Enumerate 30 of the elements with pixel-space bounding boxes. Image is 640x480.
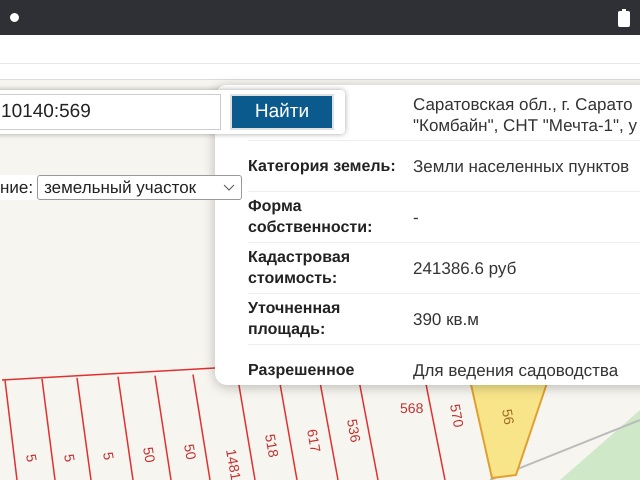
- parcel-number: 5: [23, 452, 40, 464]
- filter-label: ние:: [0, 178, 34, 198]
- find-button[interactable]: Найти: [230, 94, 334, 130]
- chevron-down-icon: [223, 184, 236, 192]
- field-value: -: [413, 206, 420, 228]
- field-label: Кадастровая стоимость:: [248, 248, 352, 289]
- field-value: Земли населенных пунктов: [413, 156, 630, 176]
- field-value: 241386.6 руб: [413, 258, 518, 278]
- parcel-number: 568: [400, 400, 424, 416]
- parcel-number: 1481: [223, 448, 244, 480]
- parcel-number: 50: [181, 442, 200, 461]
- parcel-number: 5: [100, 450, 118, 462]
- field-label: Разрешенное: [248, 360, 356, 380]
- parcel-number: 536: [344, 418, 364, 444]
- field-label: Категория земель:: [248, 156, 397, 176]
- parcel-number: 5: [61, 452, 78, 464]
- object-type-select[interactable]: земельный участок: [37, 175, 242, 200]
- parcel-number: 56: [499, 408, 518, 426]
- cadastral-number-input[interactable]: 10140:569: [0, 94, 221, 130]
- parcel-number: 518: [262, 432, 282, 459]
- parcel-number: 50: [140, 446, 158, 464]
- battery-icon: [618, 8, 630, 26]
- field-label: Уточненная площадь:: [248, 299, 342, 340]
- parcel-number: 617: [304, 428, 324, 454]
- notification-dot-icon: [10, 13, 19, 22]
- field-value: Для ведения садоводства: [413, 360, 620, 380]
- parcel-number: 570: [447, 402, 467, 429]
- field-value: Саратовская обл., г. Сарато "Комбайн", СНТ "Мечта-1", у: [413, 94, 638, 136]
- field-value: 390 кв.м: [413, 308, 480, 330]
- field-label: Форма собственности:: [248, 197, 374, 238]
